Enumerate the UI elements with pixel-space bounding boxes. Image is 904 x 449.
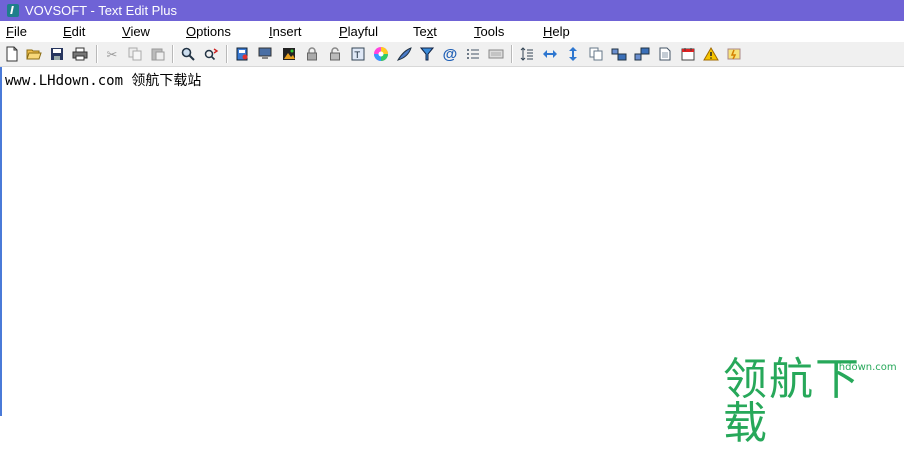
monitor-icon[interactable] xyxy=(256,45,274,63)
menu-file[interactable]: File xyxy=(6,24,27,39)
toolbar-separator xyxy=(96,45,98,63)
svg-text:T: T xyxy=(354,51,361,61)
menu-bar: File Edit View Options Insert Playful Te… xyxy=(0,21,904,42)
document-icon[interactable] xyxy=(656,45,674,63)
filter-icon[interactable] xyxy=(418,45,436,63)
image-icon[interactable] xyxy=(280,45,298,63)
at-sign-icon[interactable]: @ xyxy=(441,45,459,63)
cut-icon[interactable]: ✂ xyxy=(103,45,121,63)
open-folder-icon[interactable] xyxy=(25,45,43,63)
editor-content[interactable]: www.LHdown.com 领航下载站 xyxy=(5,70,201,90)
menu-help[interactable]: Help xyxy=(543,24,570,39)
color-wheel-icon[interactable] xyxy=(372,45,390,63)
menu-playful[interactable]: Playful xyxy=(339,24,378,39)
list-icon[interactable] xyxy=(464,45,482,63)
copy-icon[interactable] xyxy=(126,45,144,63)
menu-view[interactable]: View xyxy=(122,24,150,39)
menu-tools[interactable]: Tools xyxy=(474,24,504,39)
save-icon[interactable] xyxy=(48,45,66,63)
toolbar-separator xyxy=(226,45,228,63)
lock-icon[interactable] xyxy=(303,45,321,63)
watermark-url: lhdown.com xyxy=(836,362,897,373)
print-icon[interactable] xyxy=(71,45,89,63)
replace-icon[interactable] xyxy=(202,45,220,63)
toolbar-separator xyxy=(172,45,174,63)
note-icon[interactable] xyxy=(725,45,743,63)
new-file-icon[interactable] xyxy=(3,45,21,63)
toolbar: ✂ T @ xyxy=(0,42,904,67)
left-right-arrows-icon[interactable] xyxy=(541,45,559,63)
title-bar: VOVSOFT - Text Edit Plus xyxy=(0,0,904,21)
calendar-icon[interactable] xyxy=(679,45,697,63)
feather-icon[interactable] xyxy=(395,45,413,63)
line-spacing-icon[interactable] xyxy=(518,45,536,63)
window-title: VOVSOFT - Text Edit Plus xyxy=(25,3,177,18)
sort-descending-icon[interactable] xyxy=(633,45,651,63)
find-icon[interactable] xyxy=(179,45,197,63)
menu-edit[interactable]: Edit xyxy=(63,24,85,39)
unlock-icon[interactable] xyxy=(326,45,344,63)
menu-insert[interactable]: Insert xyxy=(269,24,302,39)
menu-text[interactable]: Text xyxy=(413,24,437,39)
up-down-arrows-icon[interactable] xyxy=(564,45,582,63)
menu-options[interactable]: Options xyxy=(186,24,231,39)
keyboard-icon[interactable] xyxy=(487,45,505,63)
text-box-icon[interactable]: T xyxy=(349,45,367,63)
toolbar-separator xyxy=(511,45,513,63)
warning-icon[interactable] xyxy=(702,45,720,63)
book-icon[interactable] xyxy=(233,45,251,63)
app-icon xyxy=(7,4,19,17)
duplicate-icon[interactable] xyxy=(587,45,605,63)
paste-icon[interactable] xyxy=(149,45,167,63)
sort-ascending-icon[interactable] xyxy=(610,45,628,63)
